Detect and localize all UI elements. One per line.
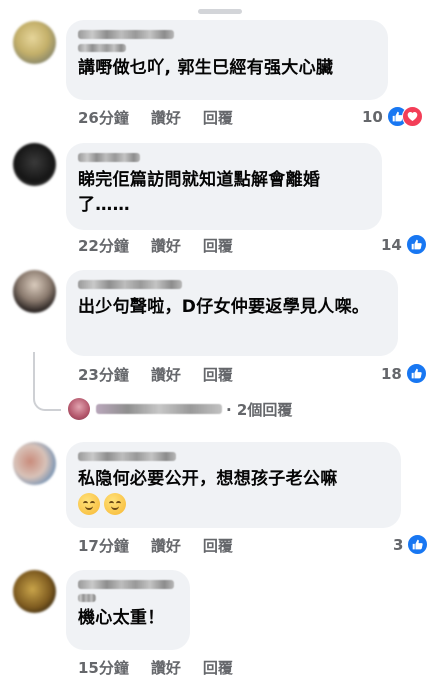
- comment-actions: 17分鐘 讚好 回覆: [78, 535, 255, 556]
- comment-bubble: 出少句聲啦，D仔女仲要返學見人㗎。: [66, 270, 398, 356]
- comment-text: 機心太重！: [78, 608, 165, 628]
- comment-bubble: 機心太重！: [66, 570, 190, 650]
- reply-avatar: [68, 398, 90, 420]
- reaction-summary[interactable]: 14: [381, 234, 427, 255]
- blurred-author-name[interactable]: [78, 280, 182, 289]
- heart-icon: [401, 106, 423, 127]
- relieved-face-icon: [104, 493, 126, 515]
- reaction-summary[interactable]: 3: [393, 534, 429, 555]
- comment-text: 睇完佢篇訪問就知道點解會離婚了……: [78, 170, 321, 215]
- reaction-count: 18: [381, 364, 402, 383]
- like-button[interactable]: 讚好: [151, 107, 181, 128]
- comment-time[interactable]: 26分鐘: [78, 107, 129, 128]
- comment-text: 私隐何必要公开，想想孩子老公嘛: [78, 467, 389, 517]
- view-replies-link[interactable]: · 2個回覆: [68, 398, 292, 420]
- comment-actions: 22分鐘 讚好 回覆: [78, 235, 255, 256]
- blurred-author-name[interactable]: [78, 153, 140, 162]
- comment-text: 出少句聲啦，D仔女仲要返學見人㗎。: [78, 297, 370, 317]
- comment-bubble: 講嘢做乜吖, 郭生巳經有强大心臟: [66, 20, 388, 100]
- comment-actions: 15分鐘 讚好 回覆: [78, 657, 255, 678]
- like-button[interactable]: 讚好: [151, 657, 181, 678]
- like-button[interactable]: 讚好: [151, 535, 181, 556]
- reaction-summary[interactable]: 18: [381, 363, 427, 384]
- blurred-author-name[interactable]: [78, 452, 176, 461]
- comment-text-line: 私隐何必要公开，想想孩子老公嘛: [78, 469, 338, 489]
- comment-actions: 26分鐘 讚好 回覆: [78, 107, 255, 128]
- avatar[interactable]: [13, 270, 56, 313]
- comment-time[interactable]: 23分鐘: [78, 364, 129, 385]
- replies-count: · 2個回覆: [226, 400, 293, 419]
- avatar[interactable]: [13, 442, 56, 485]
- comment-time[interactable]: 15分鐘: [78, 657, 129, 678]
- blurred-author-name: [78, 44, 126, 52]
- comment-time[interactable]: 22分鐘: [78, 235, 129, 256]
- thumbs-up-icon: [405, 234, 427, 255]
- comment-bubble: 私隐何必要公开，想想孩子老公嘛: [66, 442, 401, 528]
- reply-button[interactable]: 回覆: [203, 657, 233, 678]
- reply-button[interactable]: 回覆: [203, 364, 233, 385]
- comment-actions: 23分鐘 讚好 回覆: [78, 364, 255, 385]
- blurred-author-name: [78, 594, 96, 602]
- sheet-drag-handle[interactable]: [198, 9, 242, 14]
- reaction-summary[interactable]: 10: [362, 106, 423, 127]
- reaction-count: 14: [381, 235, 402, 254]
- thumbs-up-icon: [405, 363, 427, 384]
- reaction-count: 3: [393, 535, 404, 554]
- comment-time[interactable]: 17分鐘: [78, 535, 129, 556]
- reply-button[interactable]: 回覆: [203, 235, 233, 256]
- like-button[interactable]: 讚好: [151, 235, 181, 256]
- reply-button[interactable]: 回覆: [203, 535, 233, 556]
- thumbs-up-icon: [407, 534, 429, 555]
- blurred-reply-author: [96, 404, 222, 414]
- blurred-author-name[interactable]: [78, 580, 174, 589]
- reply-button[interactable]: 回覆: [203, 107, 233, 128]
- like-button[interactable]: 讚好: [151, 364, 181, 385]
- relieved-face-icon: [78, 493, 100, 515]
- avatar[interactable]: [13, 570, 56, 613]
- avatar[interactable]: [13, 21, 56, 64]
- comment-bubble: 睇完佢篇訪問就知道點解會離婚了……: [66, 143, 382, 230]
- comment-text: 講嘢做乜吖, 郭生巳經有强大心臟: [78, 58, 334, 78]
- avatar[interactable]: [13, 143, 56, 186]
- reaction-count: 10: [362, 107, 383, 126]
- reply-thread-line: [33, 352, 61, 411]
- blurred-author-name[interactable]: [78, 30, 174, 39]
